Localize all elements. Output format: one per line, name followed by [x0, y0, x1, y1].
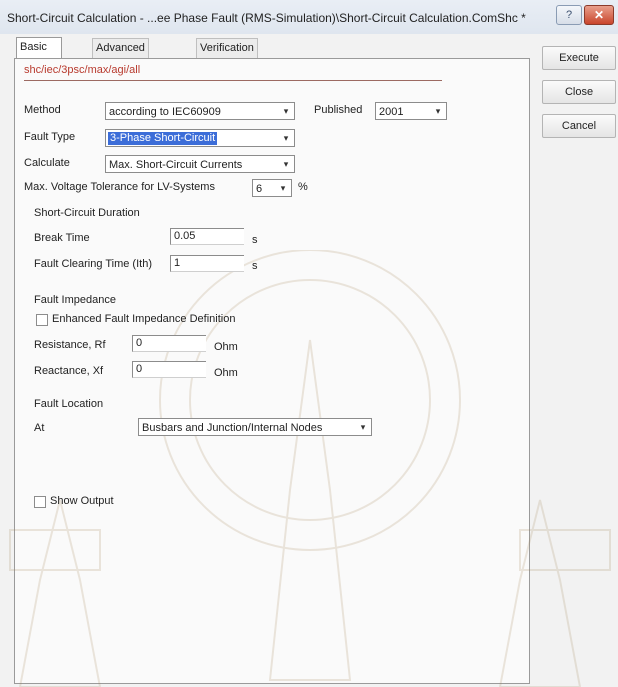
- clearing-time-input[interactable]: 1: [170, 255, 244, 272]
- method-value: according to IEC60909: [109, 106, 221, 118]
- chevron-down-icon: ▾: [283, 106, 289, 116]
- title-bar: Short-Circuit Calculation - ...ee Phase …: [0, 0, 618, 34]
- tab-verification[interactable]: Verification: [196, 38, 258, 58]
- voltage-tolerance-unit: %: [298, 181, 308, 193]
- command-path-underline: [24, 80, 442, 81]
- reactance-label: Reactance, Xf: [34, 365, 104, 377]
- voltage-tolerance-label: Max. Voltage Tolerance for LV-Systems: [24, 181, 215, 193]
- execute-button[interactable]: Execute: [542, 46, 616, 70]
- fault-type-label: Fault Type: [24, 131, 76, 143]
- calculate-value: Max. Short-Circuit Currents: [109, 159, 243, 171]
- window-title: Short-Circuit Calculation - ...ee Phase …: [7, 11, 526, 25]
- voltage-tolerance-select[interactable]: 6 ▾: [252, 179, 292, 197]
- tab-advanced-options[interactable]: Advanced Options: [92, 38, 149, 73]
- fault-type-select[interactable]: 3-Phase Short-Circuit ▾: [105, 129, 295, 147]
- published-value: 2001: [379, 106, 404, 118]
- location-section-title: Fault Location: [34, 398, 104, 410]
- resistance-label: Resistance, Rf: [34, 339, 106, 351]
- impedance-section-title: Fault Impedance: [34, 294, 116, 306]
- enhanced-impedance-label: Enhanced Fault Impedance Definition: [52, 313, 236, 325]
- chevron-down-icon: ▾: [283, 159, 289, 169]
- enhanced-impedance-checkbox[interactable]: [36, 314, 48, 326]
- resistance-input[interactable]: 0: [132, 335, 206, 352]
- chevron-down-icon: ▾: [280, 183, 286, 193]
- chevron-down-icon: ▾: [360, 422, 366, 432]
- at-label: At: [34, 422, 45, 434]
- voltage-tolerance-value: 6: [256, 183, 263, 195]
- calculate-label: Calculate: [24, 157, 70, 169]
- published-label: Published: [314, 104, 363, 116]
- show-output-label: Show Output: [50, 495, 114, 507]
- reactance-input[interactable]: 0: [132, 361, 206, 378]
- tab-basic-options[interactable]: Basic Options: [16, 37, 62, 72]
- command-path[interactable]: shc/iec/3psc/max/agi/all: [24, 64, 140, 76]
- method-label: Method: [24, 104, 61, 116]
- help-button[interactable]: ?: [556, 5, 582, 25]
- fault-type-value: 3-Phase Short-Circuit: [108, 132, 218, 145]
- published-select[interactable]: 2001 ▾: [375, 102, 447, 120]
- fault-location-select[interactable]: Busbars and Junction/Internal Nodes ▾: [138, 418, 372, 436]
- chevron-down-icon: ▾: [283, 133, 289, 143]
- break-time-unit: s: [252, 234, 258, 246]
- reactance-unit: Ohm: [214, 367, 238, 379]
- duration-section-title: Short-Circuit Duration: [34, 207, 140, 219]
- close-button[interactable]: Close: [542, 80, 616, 104]
- method-select[interactable]: according to IEC60909 ▾: [105, 102, 295, 120]
- break-time-label: Break Time: [34, 232, 90, 244]
- clearing-time-unit: s: [252, 260, 258, 272]
- chevron-down-icon: ▾: [435, 106, 441, 116]
- break-time-input[interactable]: 0.05: [170, 228, 244, 245]
- cancel-button[interactable]: Cancel: [542, 114, 616, 138]
- show-output-checkbox[interactable]: [34, 496, 46, 508]
- resistance-unit: Ohm: [214, 341, 238, 353]
- clearing-time-label: Fault Clearing Time (Ith): [34, 258, 152, 270]
- calculate-select[interactable]: Max. Short-Circuit Currents ▾: [105, 155, 295, 173]
- close-window-button[interactable]: ✕: [584, 5, 614, 25]
- fault-location-value: Busbars and Junction/Internal Nodes: [142, 422, 323, 434]
